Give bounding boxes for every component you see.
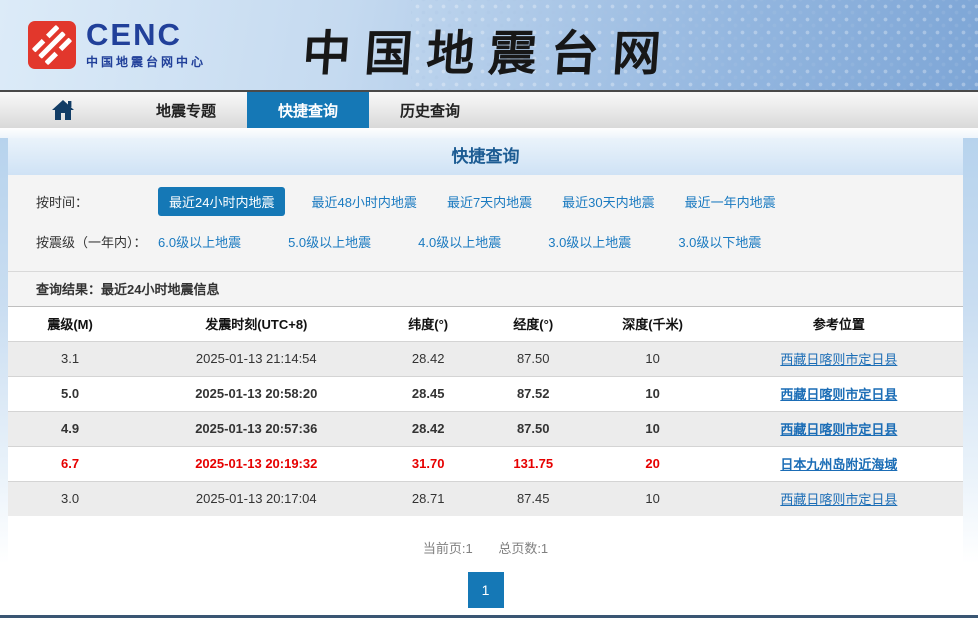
- cell-latitude: 28.42: [380, 411, 476, 446]
- cell-depth: 10: [591, 341, 715, 376]
- cell-time: 2025-01-13 20:17:04: [132, 481, 380, 516]
- earthquake-table: 震级(M) 发震时刻(UTC+8) 纬度(°) 经度(°) 深度(千米) 参考位…: [8, 307, 963, 516]
- cell-longitude: 87.50: [476, 411, 591, 446]
- col-magnitude: 震级(M): [8, 307, 132, 341]
- cell-time: 2025-01-13 20:19:32: [132, 446, 380, 481]
- filter-mag-above-5-link[interactable]: 5.0级以上地震: [288, 232, 371, 251]
- table-row: 4.92025-01-13 20:57:3628.4287.5010 西藏日喀则市…: [8, 411, 963, 446]
- cell-latitude: 28.71: [380, 481, 476, 516]
- content-area: 快捷查询 按时间： 最近24小时内地震 最近48小时内地震 最近7天内地震 最近…: [8, 138, 963, 611]
- cell-magnitude: 6.7: [8, 446, 132, 481]
- cenc-quick-query-page: CENC 中国地震台网中心 中国地震台网 地震专题 快捷查询 历史查询 快捷查询…: [0, 0, 978, 621]
- filter-mag-above-6-link[interactable]: 6.0级以上地震: [158, 232, 241, 251]
- nav-earthquake-topics[interactable]: 地震专题: [125, 92, 247, 128]
- page-1-button[interactable]: 1: [468, 572, 504, 608]
- filter-mag-above-4-link[interactable]: 4.0级以上地震: [418, 232, 501, 251]
- nav-history-query[interactable]: 历史查询: [369, 92, 491, 128]
- location-link[interactable]: 日本九州岛附近海域: [780, 457, 897, 472]
- location-link[interactable]: 西藏日喀则市定日县: [780, 422, 897, 437]
- filter-last-48h-link[interactable]: 最近48小时内地震: [311, 192, 416, 211]
- pager: 1: [8, 572, 963, 608]
- table-row: 3.02025-01-13 20:17:0428.7187.4510 西藏日喀则市…: [8, 481, 963, 516]
- cell-latitude: 28.45: [380, 376, 476, 411]
- cell-time: 2025-01-13 20:58:20: [132, 376, 380, 411]
- site-header: CENC 中国地震台网中心 中国地震台网: [0, 0, 978, 90]
- location-link[interactable]: 西藏日喀则市定日县: [780, 387, 897, 402]
- time-filter-row: 按时间： 最近24小时内地震 最近48小时内地震 最近7天内地震 最近30天内地…: [8, 188, 963, 214]
- col-location: 参考位置: [715, 307, 963, 341]
- magnitude-filter-row: 按震级（一年内）： 6.0级以上地震 5.0级以上地震 4.0级以上地震 3.0…: [8, 228, 963, 254]
- filter-mag-below-3-link[interactable]: 3.0级以下地震: [678, 232, 761, 251]
- cell-time: 2025-01-13 20:57:36: [132, 411, 380, 446]
- filter-last-30d-link[interactable]: 最近30天内地震: [562, 192, 654, 211]
- col-depth: 深度(千米): [591, 307, 715, 341]
- cell-time: 2025-01-13 21:14:54: [132, 341, 380, 376]
- time-filter-label: 按时间：: [36, 192, 158, 211]
- filter-panel: 按时间： 最近24小时内地震 最近48小时内地震 最近7天内地震 最近30天内地…: [8, 175, 963, 272]
- cell-latitude: 31.70: [380, 446, 476, 481]
- cell-magnitude: 4.9: [8, 411, 132, 446]
- filter-mag-above-3-link[interactable]: 3.0级以上地震: [548, 232, 631, 251]
- table-row: 6.72025-01-13 20:19:3231.70131.7520 日本九州岛…: [8, 446, 963, 481]
- location-link[interactable]: 西藏日喀则市定日县: [780, 352, 897, 367]
- table-header-row: 震级(M) 发震时刻(UTC+8) 纬度(°) 经度(°) 深度(千米) 参考位…: [8, 307, 963, 341]
- nav-spacer: [0, 128, 978, 138]
- cell-longitude: 131.75: [476, 446, 591, 481]
- page-title: 快捷查询: [8, 138, 963, 175]
- filter-last-1y-link[interactable]: 最近一年内地震: [685, 192, 776, 211]
- table-row: 5.02025-01-13 20:58:2028.4587.5210 西藏日喀则市…: [8, 376, 963, 411]
- magnitude-filter-label: 按震级（一年内）：: [36, 232, 158, 251]
- cell-magnitude: 3.0: [8, 481, 132, 516]
- nav-home[interactable]: [0, 92, 125, 128]
- nav-quick-query[interactable]: 快捷查询: [247, 92, 369, 128]
- cell-magnitude: 5.0: [8, 376, 132, 411]
- home-icon: [51, 99, 75, 121]
- cell-location: 西藏日喀则市定日县: [715, 411, 963, 446]
- cell-depth: 10: [591, 376, 715, 411]
- current-page-label: 当前页:1: [423, 541, 473, 556]
- page-background: 快捷查询 按时间： 最近24小时内地震 最近48小时内地震 最近7天内地震 最近…: [0, 138, 978, 611]
- total-pages-label: 总页数:1: [498, 541, 548, 556]
- cell-location: 日本九州岛附近海域: [715, 446, 963, 481]
- filter-last-24h-button[interactable]: 最近24小时内地震: [158, 187, 285, 216]
- cell-location: 西藏日喀则市定日县: [715, 341, 963, 376]
- cell-longitude: 87.52: [476, 376, 591, 411]
- cell-depth: 20: [591, 446, 715, 481]
- main-nav: 地震专题 快捷查询 历史查询: [0, 90, 978, 128]
- cell-magnitude: 3.1: [8, 341, 132, 376]
- site-title: 中国地震台网: [0, 14, 978, 84]
- col-latitude: 纬度(°): [380, 307, 476, 341]
- cell-location: 西藏日喀则市定日县: [715, 376, 963, 411]
- result-summary: 查询结果：最近24小时地震信息: [8, 272, 963, 307]
- location-link[interactable]: 西藏日喀则市定日县: [780, 492, 897, 507]
- cell-location: 西藏日喀则市定日县: [715, 481, 963, 516]
- pagination-info: 当前页:1 总页数:1: [8, 538, 963, 557]
- cell-latitude: 28.42: [380, 341, 476, 376]
- cell-longitude: 87.45: [476, 481, 591, 516]
- col-longitude: 经度(°): [476, 307, 591, 341]
- footer-divider: [0, 615, 978, 618]
- col-time: 发震时刻(UTC+8): [132, 307, 380, 341]
- filter-last-7d-link[interactable]: 最近7天内地震: [447, 192, 532, 211]
- table-row: 3.12025-01-13 21:14:5428.4287.5010 西藏日喀则市…: [8, 341, 963, 376]
- cell-depth: 10: [591, 481, 715, 516]
- cell-depth: 10: [591, 411, 715, 446]
- cell-longitude: 87.50: [476, 341, 591, 376]
